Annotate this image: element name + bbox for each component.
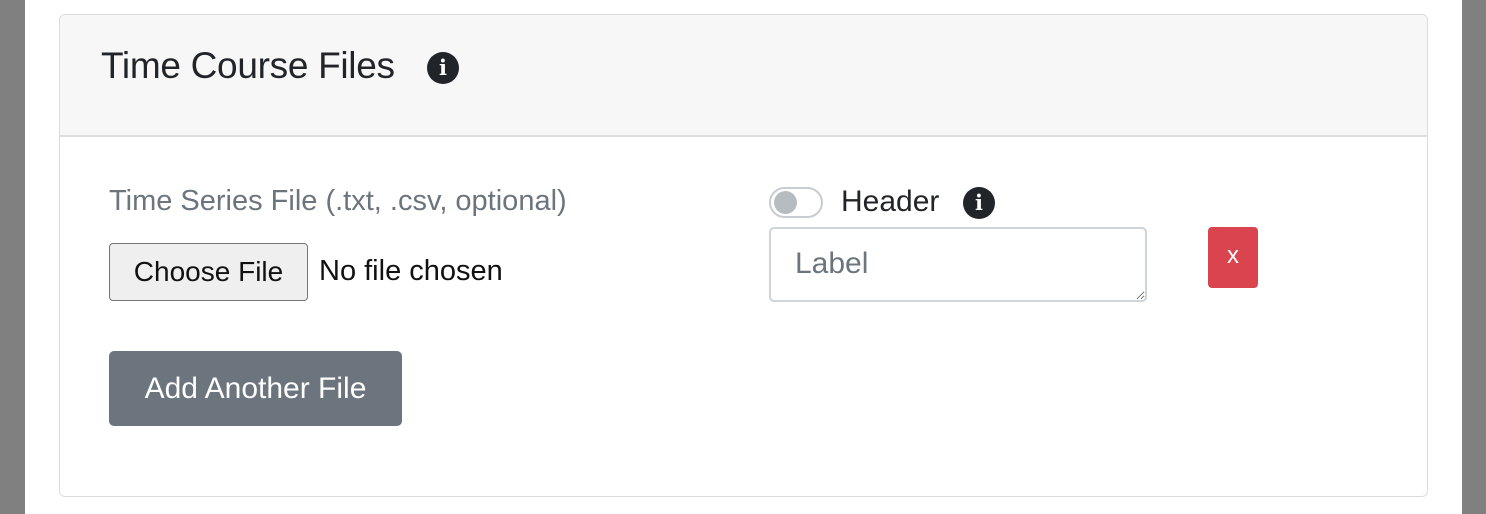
time-course-files-card: Time Course Files i Time Series File (.t… [59, 14, 1428, 497]
remove-file-button[interactable]: x [1208, 227, 1258, 288]
time-series-file-label: Time Series File (.txt, .csv, optional) [109, 185, 567, 217]
right-backdrop [1462, 0, 1486, 514]
header-toggle[interactable] [769, 187, 823, 218]
toggle-knob [774, 191, 797, 214]
header-info-icon[interactable]: i [963, 187, 995, 219]
left-backdrop [0, 0, 25, 514]
file-status-text: No file chosen [319, 255, 503, 287]
card-header: Time Course Files i [60, 15, 1427, 137]
add-another-file-button[interactable]: Add Another File [109, 351, 402, 426]
choose-file-button[interactable]: Choose File [109, 243, 308, 301]
info-icon[interactable]: i [427, 52, 459, 84]
label-input[interactable] [769, 227, 1147, 302]
card-title: Time Course Files [101, 45, 395, 86]
header-toggle-label: Header [841, 185, 940, 218]
